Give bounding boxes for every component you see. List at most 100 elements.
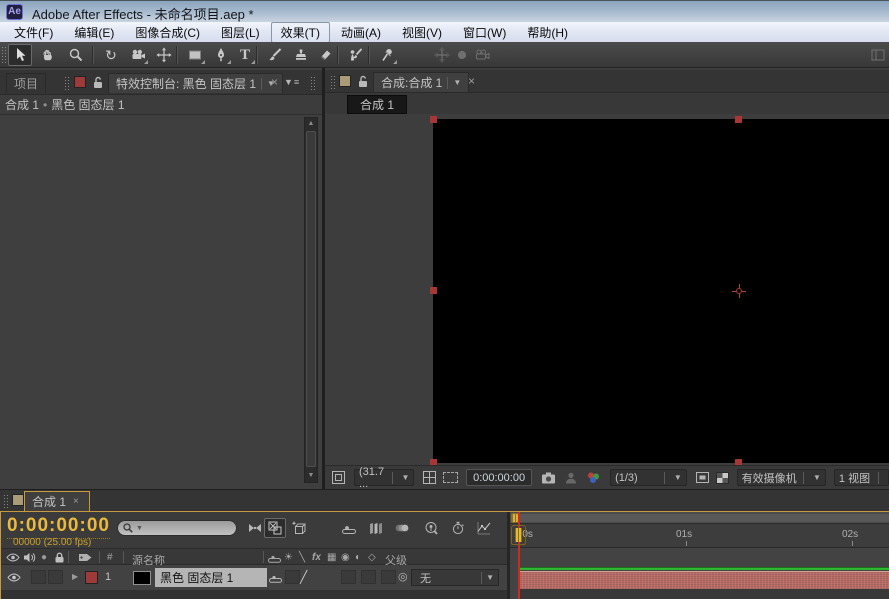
parent-dropdown[interactable]: 无 ▼ [411,569,499,586]
pen-tool-button[interactable] [209,44,233,66]
unlock-icon[interactable] [91,75,105,90]
viewer-menu-icon[interactable]: ▼ [453,78,461,87]
magnification-dropdown[interactable]: (31.7 ... ▼ [354,469,414,486]
layer-duration-bar[interactable] [519,571,889,589]
menu-file[interactable]: 文件(F) [4,22,63,43]
frame-blend-cell[interactable] [341,570,356,584]
brainstorm-bubble-icon[interactable] [421,518,443,538]
brush-tool-button[interactable] [263,44,287,66]
composition-viewport[interactable] [325,114,889,465]
panel-menu-icon[interactable]: ▼≡ [284,77,300,87]
layer-row[interactable]: ▶ 1 黑色 固态层 1 ╱ ◎ 无 ▼ [1,565,507,590]
frame-blending-icon[interactable] [365,518,387,538]
selection-handle[interactable] [430,287,437,294]
toolbar-gripper[interactable] [1,46,7,64]
breadcrumb-comp[interactable]: 合成 1 [5,96,39,113]
hand-tool-button[interactable] [36,44,60,66]
clone-stamp-tool-button[interactable] [289,44,313,66]
search-input[interactable]: ▼ [117,520,237,536]
panel-gripper[interactable] [330,75,335,89]
auto-keyframe-icon[interactable] [447,518,469,538]
camera-tool-button[interactable] [126,44,150,66]
roi-icon[interactable] [695,471,710,484]
quality-column-icon[interactable]: ╲ [299,552,305,563]
current-time-indicator-handle[interactable] [511,525,526,545]
close-icon[interactable]: × [70,496,82,507]
expand-triangle-icon[interactable]: ▶ [72,572,78,581]
viewer-time-display[interactable]: 0:00:00:00 [466,469,532,486]
zoom-tool-button[interactable] [64,44,88,66]
viewer-color-chip[interactable] [339,75,351,87]
selection-handle[interactable] [430,116,437,123]
menu-effect[interactable]: 效果(T) [271,22,330,43]
close-icon[interactable]: × [268,75,281,89]
breadcrumb-layer[interactable]: 黑色 固态层 1 [51,96,124,113]
eraser-tool-button[interactable] [313,44,337,66]
rect-mask-tool-button[interactable] [183,44,207,66]
snapshot-icon[interactable] [541,471,557,485]
selection-tool-button[interactable] [8,44,32,66]
menu-edit[interactable]: 编辑(E) [64,22,124,43]
subtab-comp-1[interactable]: 合成 1 [347,95,407,114]
motion-blur-column-icon[interactable]: ◉ [341,552,350,563]
shy-column-icon[interactable] [268,553,281,563]
panel-gripper[interactable] [310,76,315,90]
adjustment-column-icon[interactable]: ◐ [355,552,361,563]
solid-color-swatch[interactable] [133,571,151,585]
label-tag-icon[interactable] [77,551,94,564]
pan-behind-tool-button[interactable] [152,44,176,66]
index-column-header[interactable]: # [107,552,113,563]
tab-project[interactable]: 项目 [6,73,46,93]
rotation-tool-button[interactable]: ↻ [99,44,123,66]
parent-pickwhip-icon[interactable]: ◎ [398,570,408,583]
menu-window[interactable]: 窗口(W) [453,22,516,43]
viewer-color-chip[interactable] [12,494,24,506]
anchor-point[interactable] [732,284,746,298]
menu-help[interactable]: 帮助(H) [517,22,578,43]
adjustment-cell[interactable] [381,570,396,584]
audio-toggle-cell[interactable] [31,570,46,584]
scroll-up-icon[interactable]: ▲ [305,118,317,130]
camera-view-dropdown[interactable]: 有效摄像机 ▼ [737,469,826,486]
eye-icon[interactable] [7,571,21,584]
puppet-pin-tool-button[interactable] [375,44,399,66]
track-area[interactable] [510,548,889,599]
lock-icon[interactable] [53,551,66,564]
audio-icon[interactable] [23,551,36,564]
hide-shy-layers-icon[interactable] [338,518,360,538]
type-tool-button[interactable]: T [233,44,257,66]
layer-name[interactable]: 黑色 固态层 1 [155,568,267,587]
quality-switch[interactable]: ╱ [300,570,307,584]
frame-blend-column-icon[interactable]: ▦ [327,552,336,563]
chevron-down-icon[interactable]: ▼ [136,525,143,532]
mask-visibility-icon[interactable] [443,472,458,483]
selection-handle[interactable] [735,116,742,123]
view-layout-dropdown[interactable]: 1 视图 [834,469,889,486]
work-area-bar[interactable] [510,512,889,524]
fx-column-icon[interactable]: fx [312,552,321,563]
scrollbar-thumb[interactable] [306,131,316,467]
graph-editor-icon[interactable] [473,518,495,538]
solo-icon[interactable]: ● [41,552,47,563]
label-color-swatch[interactable] [85,571,98,584]
tab-effect-controls[interactable]: 特效控制台: 黑色 固态层 1 ▼ [108,73,283,93]
motion-blur-icon[interactable] [391,518,413,538]
menu-composition[interactable]: 图像合成(C) [125,22,210,43]
menu-view[interactable]: 视图(V) [392,22,452,43]
motion-blur-cell[interactable] [361,570,376,584]
tab-composition[interactable]: 合成:合成 1 ▼ [373,72,469,92]
composition-canvas[interactable] [433,119,889,463]
scroll-down-icon[interactable]: ▼ [305,470,317,482]
eye-icon[interactable] [6,551,20,564]
view-axis-mode-icon[interactable] [470,44,494,66]
current-time-display[interactable]: 0:00:00:00 [7,515,110,539]
mini-flowchart-icon[interactable] [244,518,266,538]
collapse-switch-cell[interactable] [285,570,300,584]
close-icon[interactable]: × [465,74,478,88]
brainstorm-icon[interactable] [288,518,310,538]
panel-gripper[interactable] [64,76,69,90]
three-d-column-icon[interactable]: ◇ [368,552,376,563]
shy-switch[interactable] [269,573,282,583]
show-channels-icon[interactable] [585,470,602,485]
transparency-grid-icon[interactable] [716,472,729,484]
